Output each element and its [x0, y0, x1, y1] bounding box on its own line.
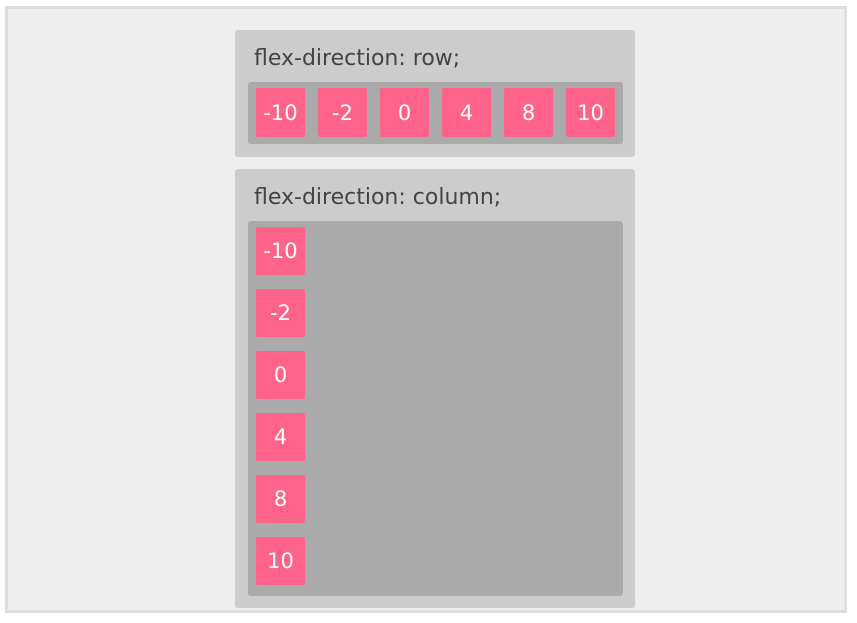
flex-column-item: -10 [256, 227, 305, 275]
flex-row-item: -2 [318, 88, 367, 137]
demo-frame: flex-direction: row; -10 -2 0 4 8 10 fle… [5, 6, 847, 613]
flex-column-container: -10 -2 0 4 8 10 [248, 221, 623, 596]
flex-row-item: 8 [504, 88, 553, 137]
flex-column-panel: flex-direction: column; -10 -2 0 4 8 10 [235, 169, 635, 608]
flex-column-item: 4 [256, 413, 305, 461]
flex-column-item: 8 [256, 475, 305, 523]
flex-row-item: 10 [566, 88, 615, 137]
flex-row-item: 0 [380, 88, 429, 137]
flex-column-title: flex-direction: column; [254, 185, 502, 210]
flex-row-item: -10 [256, 88, 305, 137]
flex-column-item: -2 [256, 289, 305, 337]
flex-row-title: flex-direction: row; [254, 46, 461, 71]
flex-column-item: 10 [256, 537, 305, 585]
flex-row-panel: flex-direction: row; -10 -2 0 4 8 10 [235, 30, 635, 157]
flex-row-container: -10 -2 0 4 8 10 [248, 82, 623, 144]
flex-row-item: 4 [442, 88, 491, 137]
flex-column-item: 0 [256, 351, 305, 399]
